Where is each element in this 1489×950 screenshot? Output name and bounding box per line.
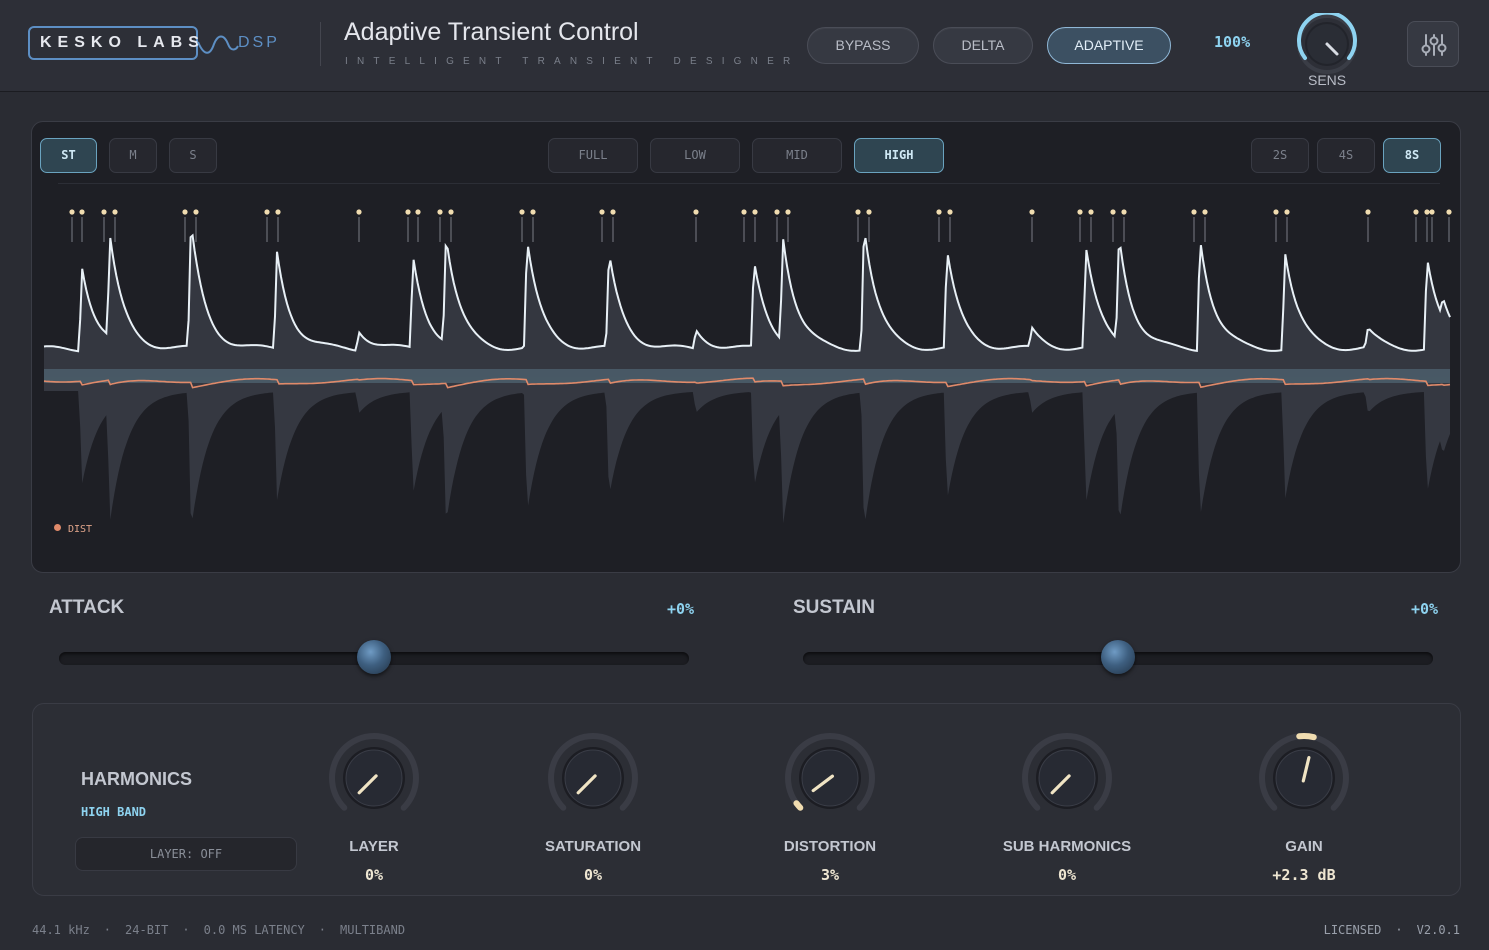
dist-legend-dot <box>54 524 61 531</box>
transient-marker-dot <box>1413 209 1419 215</box>
layer-toggle-button[interactable]: LAYER: OFF <box>75 837 297 871</box>
status-bar: 44.1 kHz · 24-BIT · 0.0 MS LATENCY · MULTIBAND <box>32 923 406 937</box>
transient-marker-dot <box>415 209 421 215</box>
waveform-display <box>43 209 1452 524</box>
transient-marker-dot <box>855 209 861 215</box>
transient-marker-dot <box>741 209 747 215</box>
plugin-subtitle: INTELLIGENT TRANSIENT DESIGNER <box>345 56 800 67</box>
transient-marker-dot <box>1424 209 1430 215</box>
adaptive-button[interactable]: ADAPTIVE <box>1047 27 1171 64</box>
sustain-value: +0% <box>1411 600 1439 618</box>
knob-value-arc <box>1296 733 1317 741</box>
transient-marker-dot <box>947 209 953 215</box>
harmonics-title: HARMONICS <box>81 769 192 789</box>
transient-marker-dot <box>1365 209 1371 215</box>
transient-marker-dot <box>264 209 270 215</box>
transient-marker-dot <box>610 209 616 215</box>
transient-marker-dot <box>1110 209 1116 215</box>
transient-marker-dot <box>866 209 872 215</box>
version: V2.0.1 <box>1416 923 1460 937</box>
sustain-slider-thumb[interactable] <box>1101 640 1135 674</box>
gain-knob-label: GAIN <box>1285 838 1323 855</box>
transient-marker-dot <box>1029 209 1035 215</box>
distortion-knob[interactable] <box>780 730 880 830</box>
transient-marker-dot <box>112 209 118 215</box>
transient-marker-dot <box>437 209 443 215</box>
layer-knob-label: LAYER <box>349 838 399 855</box>
transient-marker-dot <box>774 209 780 215</box>
sub-harmonics-knob[interactable] <box>1017 730 1117 830</box>
knob-value-arc <box>793 800 804 811</box>
logo-text: KESKO LABS <box>40 34 205 51</box>
transient-marker-dot <box>182 209 188 215</box>
sustain-label: SUSTAIN <box>793 597 875 618</box>
settings-button[interactable] <box>1407 21 1459 67</box>
transient-marker-dot <box>752 209 758 215</box>
dist-legend-label: DIST <box>68 524 93 535</box>
distortion-knob-label: DISTORTION <box>783 838 877 855</box>
transient-marker-dot <box>530 209 536 215</box>
sliders-icon <box>1421 34 1447 56</box>
transient-marker-dot <box>448 209 454 215</box>
transient-marker-dot <box>519 209 525 215</box>
transient-marker-dot <box>1077 209 1083 215</box>
sample-rate: 44.1 kHz <box>32 923 90 937</box>
waveform-upper-fill <box>44 235 1450 377</box>
transient-marker-dot <box>193 209 199 215</box>
dist-legend: DIST <box>54 524 92 535</box>
header: KESKO LABS DSP Adaptive Transient Contro… <box>0 0 1489 92</box>
transient-marker-dot <box>79 209 85 215</box>
logo-wave-icon <box>197 35 239 54</box>
gain-knob[interactable] <box>1254 730 1354 830</box>
transient-marker-dot <box>1273 209 1279 215</box>
transient-marker-dot <box>101 209 107 215</box>
sub-harmonics-knob-label: SUB HARMONICS <box>1002 838 1132 855</box>
license-status: LICENSED <box>1323 923 1382 937</box>
sens-label: SENS <box>1308 72 1347 88</box>
transient-marker-dot <box>1202 209 1208 215</box>
header-divider <box>320 22 321 66</box>
transient-marker-dot <box>1121 209 1127 215</box>
logo-suffix: DSP <box>238 34 280 51</box>
transient-marker-dot <box>785 209 791 215</box>
transient-marker-dot <box>936 209 942 215</box>
license-info: LICENSED · V2.0.1 <box>1323 923 1460 937</box>
delta-button[interactable]: DELTA <box>933 27 1033 64</box>
waveform-lower-fill <box>44 377 1450 524</box>
attack-slider-thumb[interactable] <box>357 640 391 674</box>
gain-knob-value: +2.3 dB <box>1272 866 1336 884</box>
bypass-button[interactable]: BYPASS <box>807 27 919 64</box>
attack-label: ATTACK <box>49 597 125 618</box>
saturation-knob-value: 0% <box>583 866 603 884</box>
plugin-title: Adaptive Transient Control <box>344 18 639 46</box>
transient-marker-dot <box>1088 209 1094 215</box>
transient-scope: ST M S FULL LOW MID HIGH 2S 4S 8S DIST <box>31 121 1461 573</box>
distortion-knob-value: 3% <box>820 866 840 884</box>
transient-marker-dot <box>1284 209 1290 215</box>
layer-knob-value: 0% <box>364 866 384 884</box>
sub-harmonics-knob-value: 0% <box>1057 866 1077 884</box>
saturation-knob[interactable] <box>543 730 643 830</box>
saturation-knob-label: SATURATION <box>544 838 642 855</box>
mix-value: 100% <box>1214 33 1251 51</box>
bit-depth: 24-BIT <box>125 923 169 937</box>
transient-marker-dot <box>405 209 411 215</box>
attack-value: +0% <box>667 600 695 618</box>
transient-marker-dot <box>599 209 605 215</box>
transient-marker-dot <box>693 209 699 215</box>
latency: 0.0 MS LATENCY <box>203 923 305 937</box>
transient-marker-dot <box>275 209 281 215</box>
layer-knob[interactable] <box>324 730 424 830</box>
transient-marker-dot <box>356 209 362 215</box>
processing-mode: MULTIBAND <box>340 923 406 937</box>
sens-knob[interactable] <box>1296 13 1358 75</box>
envelope-curve <box>43 233 1451 353</box>
transient-marker-dot <box>1191 209 1197 215</box>
transient-marker-dot <box>1429 209 1435 215</box>
logo: KESKO LABS DSP <box>28 26 298 62</box>
transient-marker-dot <box>1446 209 1452 215</box>
harmonics-band: HIGH BAND <box>81 805 147 819</box>
transient-marker-dot <box>69 209 75 215</box>
